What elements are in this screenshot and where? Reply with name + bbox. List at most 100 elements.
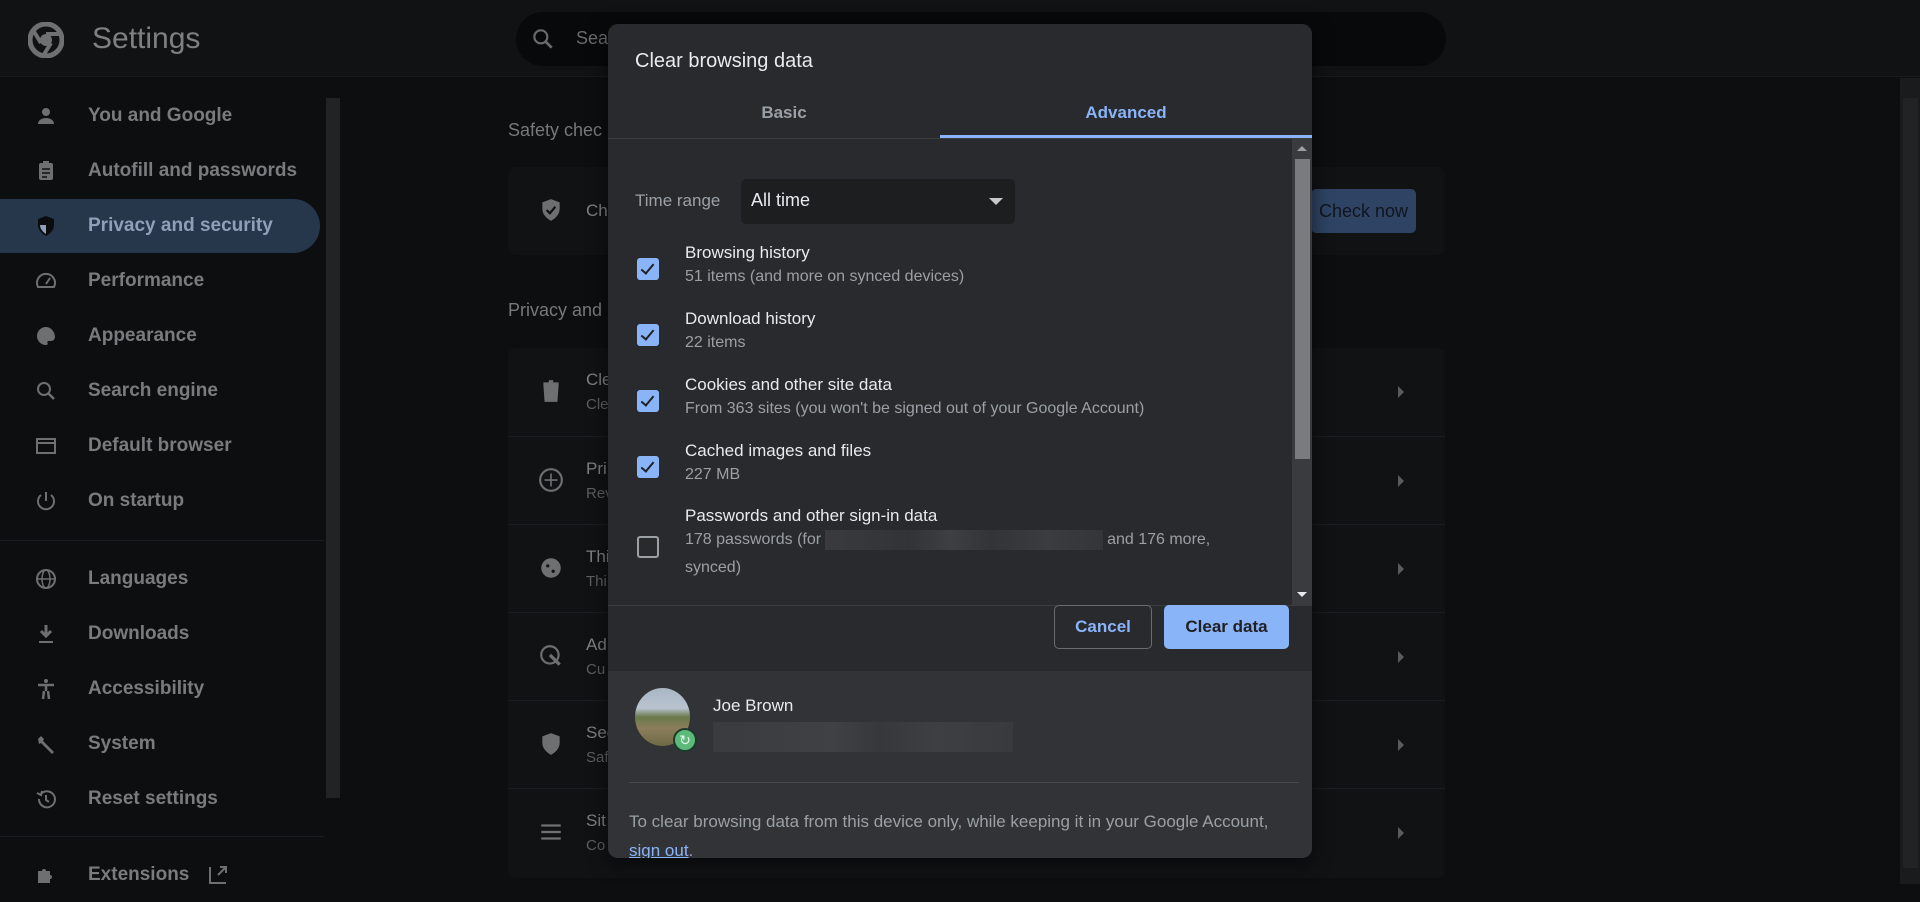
sidebar-item-appearance[interactable]: Appearance (0, 309, 320, 363)
time-range-value: All time (751, 190, 811, 210)
sidebar-item-label: Appearance (88, 325, 197, 346)
external-link-icon (209, 866, 227, 884)
history-icon (36, 790, 56, 809)
sidebar-item-system[interactable]: System (0, 717, 320, 771)
tab-advanced[interactable]: Advanced (940, 88, 1312, 138)
person-icon (38, 108, 54, 124)
sidebar-item-label: Accessibility (88, 678, 205, 699)
sidebar-scrollbar-thumb[interactable] (326, 98, 340, 798)
sign-out-link[interactable]: sign out (629, 841, 689, 858)
checkbox-passwords[interactable] (637, 536, 659, 558)
arrow-right-icon (1398, 651, 1404, 663)
row-subtitle: Cle (586, 396, 609, 413)
sidebar-item-on-startup[interactable]: On startup (0, 474, 320, 528)
sidebar-item-autofill[interactable]: Autofill and passwords (0, 144, 320, 198)
arrow-right-icon (1398, 739, 1404, 751)
option-title: Cached images and files (685, 441, 872, 460)
speedometer-icon (36, 272, 56, 288)
accessibility-icon (38, 679, 54, 700)
tab-basic[interactable]: Basic (608, 88, 960, 138)
privacy-heading: Privacy and (508, 300, 603, 320)
globe-icon (36, 569, 56, 589)
sidebar-item-label: Extensions (88, 864, 190, 885)
account-name: Joe Brown (713, 696, 794, 715)
option-title: Passwords and other sign-in data (685, 506, 938, 525)
main-scrollbar-thumb[interactable] (1903, 98, 1918, 868)
sidebar-item-downloads[interactable]: Downloads (0, 607, 320, 661)
cookie-icon (541, 558, 561, 578)
time-range-select[interactable]: All time (741, 179, 1015, 224)
browser-icon (36, 438, 56, 454)
note-end: . (688, 841, 694, 858)
trash-icon (543, 380, 559, 402)
sliders-icon (541, 824, 561, 840)
options-scroll-area: Time range All time Browsing history 51 i… (608, 139, 1312, 606)
checkbox-browsing-history[interactable] (637, 258, 659, 280)
sidebar-item-languages[interactable]: Languages (0, 552, 320, 606)
power-icon (37, 492, 55, 511)
row-subtitle: Cu (586, 661, 606, 678)
sidebar-item-reset-settings[interactable]: Reset settings (0, 772, 320, 826)
sidebar-item-label: System (88, 733, 156, 754)
sidebar-item-label: Autofill and passwords (88, 160, 298, 181)
scroll-up-icon[interactable] (1297, 146, 1307, 151)
clipboard-icon (39, 161, 53, 180)
sidebar-item-performance[interactable]: Performance (0, 254, 320, 308)
option-title: Download history (685, 309, 816, 328)
check-now-button[interactable]: Check now (1311, 189, 1416, 233)
clear-browsing-data-dialog: Clear browsing data Basic Advanced Time … (608, 24, 1312, 858)
sidebar-item-you-and-google[interactable]: You and Google (0, 89, 320, 143)
checkbox-cached-images[interactable] (637, 456, 659, 478)
sidebar-item-extensions[interactable]: Extensions (0, 848, 320, 902)
wrench-icon (38, 736, 54, 754)
dialog-scrollbar-thumb[interactable] (1295, 159, 1310, 459)
cancel-button[interactable]: Cancel (1054, 605, 1152, 649)
sidebar-item-search-engine[interactable]: Search engine (0, 364, 320, 418)
note-text: To clear browsing data from this device … (629, 812, 1269, 831)
sidebar-item-label: Languages (88, 568, 189, 589)
option-title: Cookies and other site data (685, 375, 892, 394)
sidebar-item-label: On startup (88, 490, 185, 511)
arrow-right-icon (1398, 475, 1404, 487)
search-icon (37, 382, 55, 400)
sidebar-item-accessibility[interactable]: Accessibility (0, 662, 320, 716)
palette-icon (37, 327, 55, 345)
chrome-logo-icon (28, 22, 64, 58)
checkbox-download-history[interactable] (637, 324, 659, 346)
option-subtitle: From 363 sites (you won't be signed out … (685, 400, 1145, 417)
puzzle-icon (38, 869, 52, 883)
scroll-down-icon[interactable] (1297, 592, 1307, 597)
redacted-sites (825, 529, 1104, 550)
arrow-right-icon (1398, 386, 1404, 398)
row-title: Pri (586, 459, 607, 478)
sidebar-item-label: Default browser (88, 435, 232, 456)
download-icon (39, 625, 53, 643)
row-subtitle: Co (586, 837, 606, 854)
sidebar-item-label: Search engine (88, 380, 218, 401)
sidebar-item-label: Privacy and security (88, 215, 273, 236)
ad-target-icon (540, 645, 561, 666)
compass-icon (539, 468, 563, 492)
redacted-email (713, 722, 1013, 752)
shield-icon (38, 216, 54, 236)
security-shield-icon (542, 733, 560, 755)
row-title: Sit (586, 811, 606, 830)
row-subtitle: Saf (586, 749, 609, 766)
sidebar-item-privacy[interactable]: Privacy and security (0, 199, 320, 253)
sidebar-divider (0, 836, 324, 837)
clear-data-button[interactable]: Clear data (1164, 605, 1289, 649)
time-range-label: Time range (635, 191, 721, 210)
sidebar-item-label: You and Google (88, 105, 233, 126)
option-subtitle: 227 MB (685, 466, 741, 483)
safety-check-heading: Safety chec (508, 120, 603, 140)
account-divider (629, 782, 1299, 783)
shield-check-icon (542, 199, 560, 221)
checkbox-cookies[interactable] (637, 390, 659, 412)
sidebar-item-label: Downloads (88, 623, 190, 644)
sidebar-item-label: Performance (88, 270, 205, 291)
safety-check-text: Ch (586, 201, 608, 220)
search-icon (533, 29, 553, 49)
sign-out-note: To clear browsing data from this device … (629, 807, 1269, 858)
sidebar-item-default-browser[interactable]: Default browser (0, 419, 320, 473)
page-title: Settings (92, 22, 201, 55)
